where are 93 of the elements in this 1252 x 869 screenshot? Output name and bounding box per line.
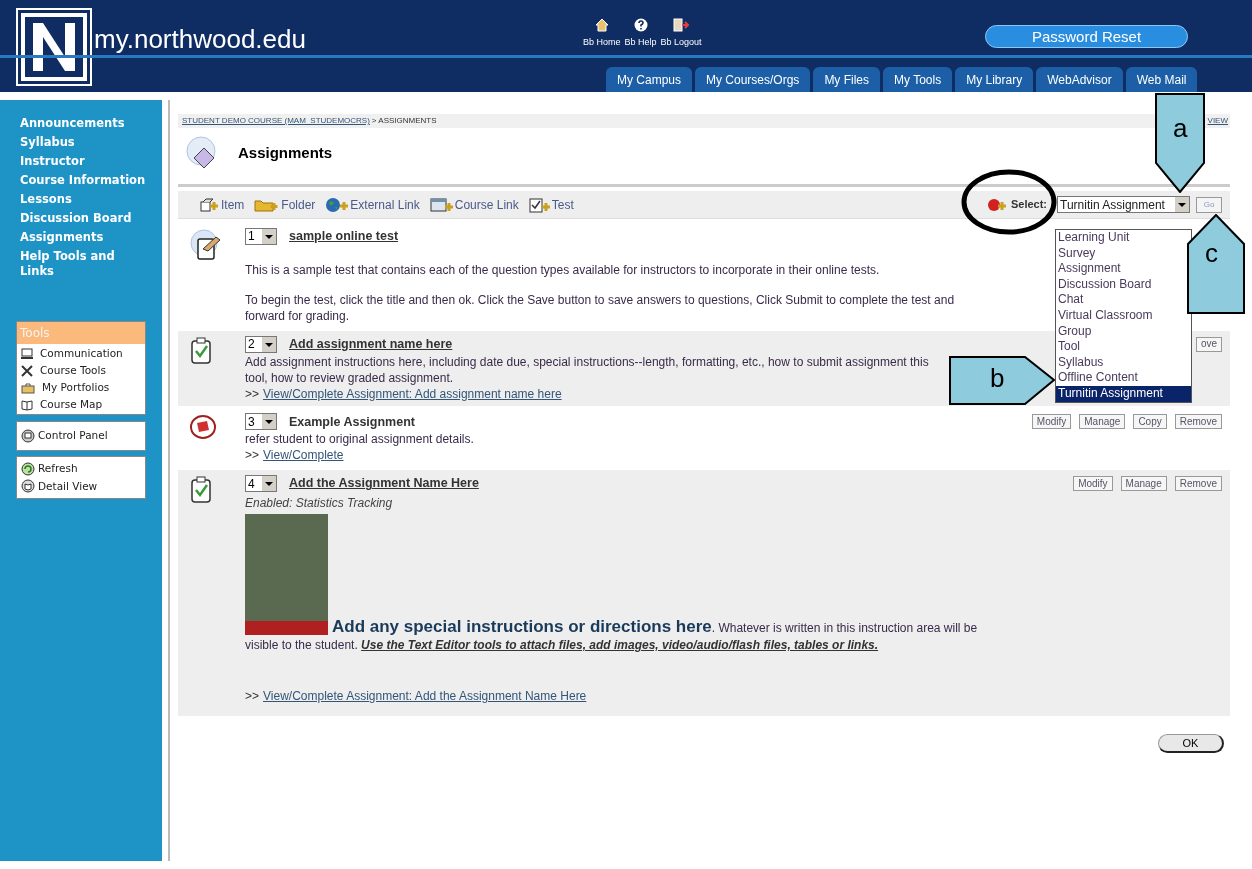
toolbar-link[interactable]: External Link bbox=[325, 195, 420, 214]
top-link[interactable]: Bb Home bbox=[583, 18, 621, 47]
dropdown-option[interactable]: Turnitin Assignment bbox=[1056, 385, 1191, 402]
briefcase-icon bbox=[21, 381, 35, 394]
circle-logo-icon bbox=[190, 414, 216, 439]
position-dropdown[interactable]: 4 bbox=[245, 475, 277, 493]
monitor-icon bbox=[21, 347, 33, 360]
breadcrumb-link[interactable]: STUDENT DEMO COURSE (MAM_STUDEMOCRS) bbox=[182, 115, 370, 127]
dropdown-option[interactable]: Survey bbox=[1056, 245, 1191, 262]
toolbar-link[interactable]: Test bbox=[528, 195, 574, 214]
dropdown-option[interactable]: Syllabus bbox=[1056, 354, 1191, 371]
view-link[interactable]: VIEW bbox=[1207, 115, 1228, 127]
action-button[interactable]: Remove bbox=[1174, 476, 1222, 492]
nav-tab[interactable]: My Campus bbox=[606, 67, 692, 92]
window-add-icon bbox=[429, 197, 454, 212]
tool-link[interactable]: My Portfolios bbox=[21, 380, 141, 395]
item-description: To begin the test, click the title and then ok. Click the Save button to save answers to questions, Click Submit to complete the test and forward for grading. bbox=[245, 291, 956, 324]
dropdown-option[interactable]: Discussion Board bbox=[1056, 276, 1191, 293]
nav-tab[interactable]: Web Mail bbox=[1125, 67, 1198, 92]
toolbar-link[interactable]: Course Link bbox=[429, 195, 519, 214]
dropdown-option[interactable]: Offline Content bbox=[1056, 370, 1191, 386]
link-prefix: >> bbox=[245, 447, 259, 464]
action-button[interactable]: ove bbox=[1195, 336, 1222, 352]
dropdown-option[interactable]: Tool bbox=[1056, 339, 1191, 355]
checklist-add-icon bbox=[528, 196, 551, 213]
control-panel-icon bbox=[21, 428, 35, 443]
item-title[interactable]: Add assignment name here bbox=[289, 334, 453, 354]
dropdown-option[interactable]: Virtual Classroom bbox=[1056, 307, 1191, 324]
view-link[interactable]: Detail View bbox=[21, 478, 141, 495]
site-title: my.northwood.edu bbox=[94, 26, 306, 52]
select-label: Select: bbox=[1010, 197, 1047, 213]
item-add-icon bbox=[200, 197, 220, 212]
callout-label: c bbox=[1205, 240, 1218, 266]
instructions-text: Add any special instructions or directions here. Whatever is written in this instruction area will be visible to the student. Use the Text Editor tools to attach files, add images, video/audio/flash files, tables or links. bbox=[245, 618, 979, 654]
globe-add-icon bbox=[325, 196, 350, 213]
book-icon bbox=[21, 398, 33, 411]
panel-title: Tools bbox=[17, 322, 145, 344]
house-icon bbox=[594, 18, 609, 32]
callout-label: b bbox=[990, 365, 1005, 391]
position-dropdown[interactable]: 3 bbox=[245, 413, 277, 431]
item-title[interactable]: Add the Assignment Name Here bbox=[289, 474, 479, 493]
action-button[interactable]: Manage bbox=[1120, 476, 1167, 492]
tool-link[interactable]: Course Tools bbox=[21, 363, 141, 378]
nav-tab[interactable]: WebAdvisor bbox=[1036, 67, 1123, 92]
folder-add-icon bbox=[254, 197, 281, 212]
type-dropdown[interactable]: Turnitin Assignment bbox=[1057, 196, 1190, 213]
toolbar-link[interactable]: Item bbox=[200, 195, 245, 214]
tool-link[interactable]: Course Map bbox=[21, 397, 141, 412]
action-button[interactable]: Modify bbox=[1031, 414, 1072, 430]
add-content-icon bbox=[986, 196, 1007, 213]
page-title: Assignments bbox=[238, 142, 333, 163]
clipboard-check-icon bbox=[190, 336, 212, 365]
view-link[interactable]: Refresh bbox=[21, 460, 141, 477]
dropdown-option[interactable]: Assignment bbox=[1056, 261, 1191, 277]
callout-label: a bbox=[1173, 115, 1188, 141]
view-complete-link[interactable]: View/Complete bbox=[263, 447, 344, 464]
action-button[interactable]: Manage bbox=[1079, 414, 1126, 430]
ok-button[interactable]: OK bbox=[1158, 734, 1224, 753]
dropdown-option[interactable]: Learning Unit bbox=[1056, 230, 1191, 246]
control-panel-link[interactable]: Control Panel bbox=[21, 428, 141, 444]
item-title: Example Assignment bbox=[289, 413, 415, 431]
item-title[interactable]: sample online test bbox=[289, 227, 399, 246]
item-description: This is a sample test that contains each of the question types available for instructors to incorporate in their online tests. bbox=[245, 261, 881, 278]
action-button[interactable]: Remove bbox=[1174, 414, 1222, 430]
nav-tab[interactable]: My Files bbox=[813, 67, 881, 92]
letters-drawing bbox=[25, 17, 83, 77]
tool-link[interactable]: Communication bbox=[21, 346, 141, 361]
tools-icon bbox=[21, 364, 33, 377]
view-complete-link[interactable]: View/Complete Assignment: Add the Assignment Name Here bbox=[263, 688, 587, 704]
view-complete-link[interactable]: View/Complete Assignment: Add assignment name here bbox=[263, 385, 562, 402]
dropdown-option[interactable]: Chat bbox=[1056, 292, 1191, 308]
link-prefix: >> bbox=[245, 688, 259, 704]
top-link[interactable]: Bb Logout bbox=[660, 18, 702, 47]
item-description: Add assignment instructions here, including date due, special instructions--length, formatting, etc., how to submit assignment this tool, how to review graded assignment. bbox=[245, 353, 930, 386]
refresh-icon bbox=[21, 461, 35, 476]
nav-tab[interactable]: My Library bbox=[955, 67, 1034, 92]
detail-view-icon bbox=[21, 479, 35, 494]
door-icon bbox=[673, 18, 690, 32]
position-dropdown[interactable]: 1 bbox=[245, 227, 277, 245]
action-button[interactable]: Modify bbox=[1073, 476, 1113, 492]
toolbar-link[interactable]: Folder bbox=[254, 195, 316, 214]
nav-tab[interactable]: My Tools bbox=[883, 67, 953, 92]
top-link[interactable]: Bb Help bbox=[624, 18, 657, 47]
dropdown-option[interactable]: Group bbox=[1056, 323, 1191, 340]
link-prefix: >> bbox=[245, 385, 259, 402]
item-description: refer student to original assignment details. bbox=[245, 431, 475, 448]
breadcrumb-current: > ASSIGNMENTS bbox=[371, 115, 437, 127]
position-dropdown[interactable]: 2 bbox=[245, 335, 277, 353]
clipboard-check-icon bbox=[190, 476, 212, 505]
tracking-note: Enabled: Statistics Tracking bbox=[245, 495, 394, 512]
action-button[interactable]: Copy bbox=[1133, 414, 1167, 430]
nav-tab[interactable]: My Courses/Orgs bbox=[695, 67, 811, 92]
help-icon bbox=[633, 18, 648, 32]
